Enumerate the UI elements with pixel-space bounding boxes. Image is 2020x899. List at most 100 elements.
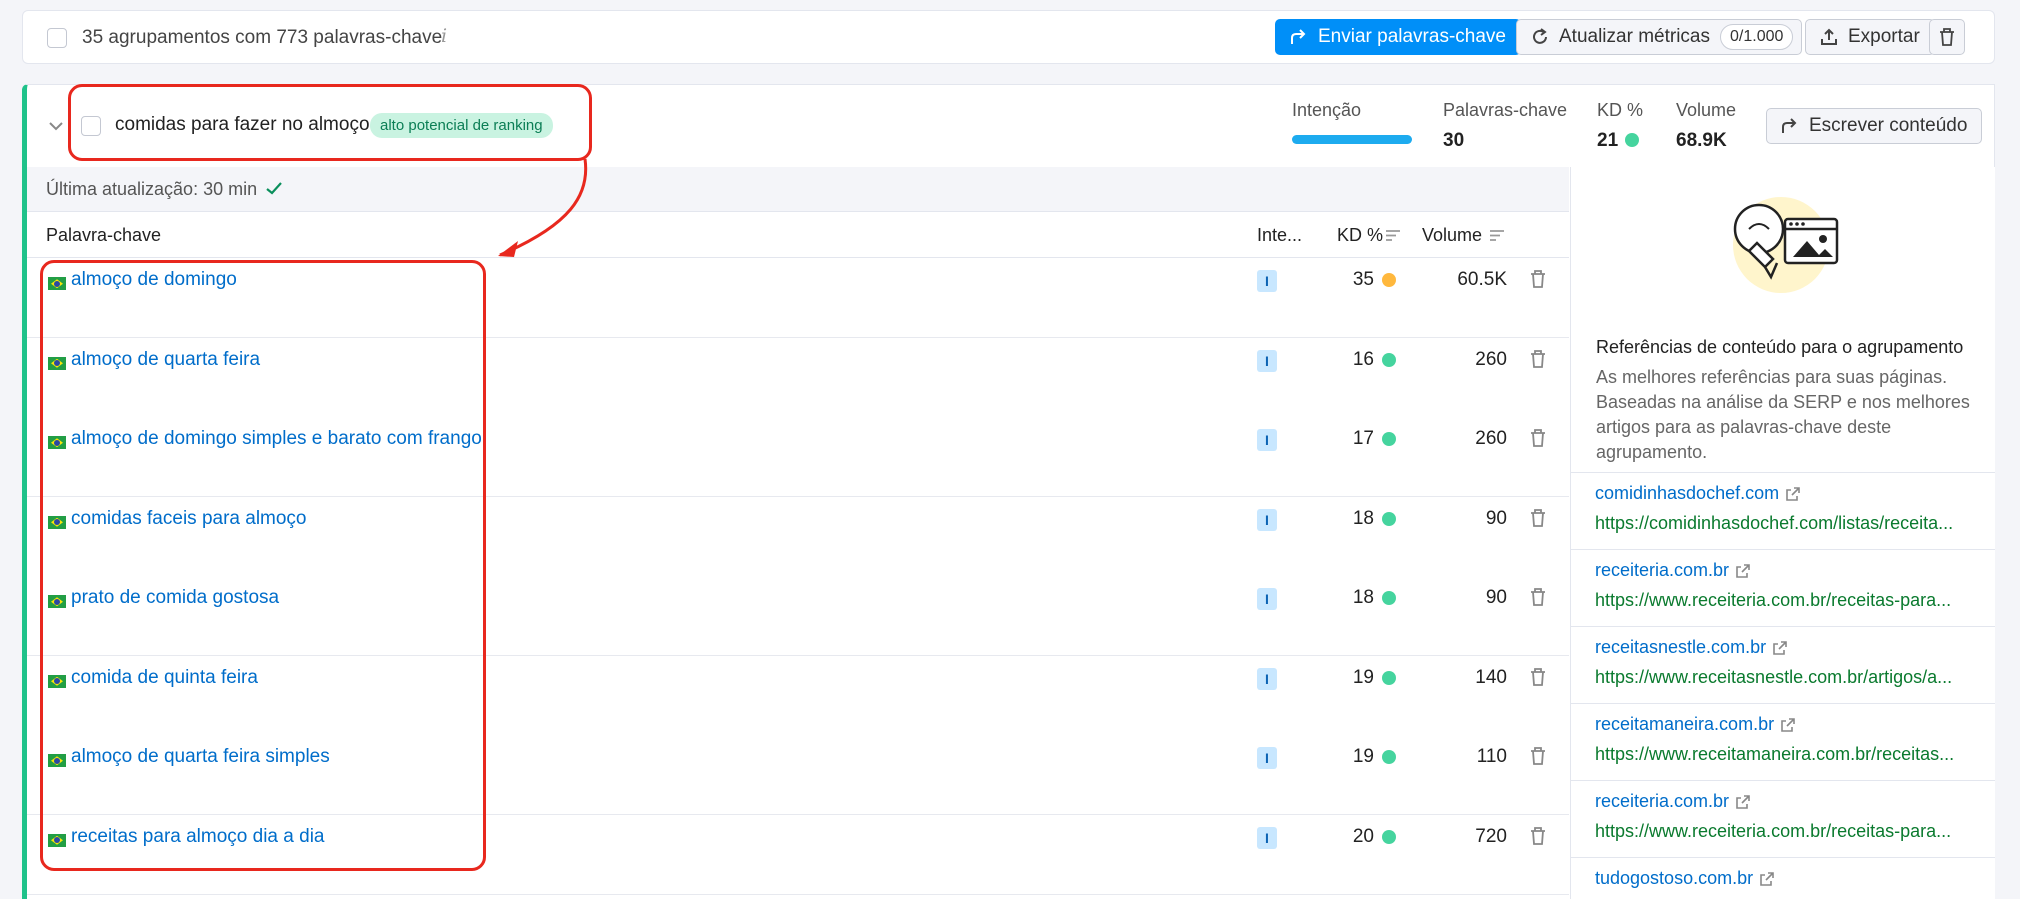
update-count-badge: 0/1.000 bbox=[1720, 24, 1794, 50]
select-all-checkbox[interactable] bbox=[47, 28, 67, 48]
trash-icon[interactable] bbox=[1530, 508, 1548, 529]
keywords-count: 30 bbox=[1443, 130, 1465, 151]
forward-arrow-icon bbox=[1782, 118, 1797, 133]
reference-domain-link[interactable]: receiteria.com.br bbox=[1595, 791, 1729, 812]
table-row: almoço de domingo simples e barato com f… bbox=[27, 417, 1569, 497]
keyword-link[interactable]: almoço de domingo bbox=[71, 269, 237, 291]
forward-arrow-icon bbox=[1291, 29, 1306, 44]
reference-domain-link[interactable]: tudogostoso.com.br bbox=[1595, 868, 1753, 889]
kd-value: 21 bbox=[1597, 130, 1619, 151]
send-keywords-label: Enviar palavras-chave bbox=[1318, 26, 1506, 47]
chevron-down-icon[interactable] bbox=[48, 120, 64, 132]
external-link-icon[interactable] bbox=[1735, 563, 1751, 579]
keyword-link[interactable]: comida de quinta feira bbox=[71, 667, 258, 689]
volume-value: 260 bbox=[1475, 348, 1507, 370]
volume-value: 260 bbox=[1475, 428, 1507, 449]
intent-badge: I bbox=[1257, 747, 1277, 769]
intent-badge: I bbox=[1257, 429, 1277, 451]
reference-item: receitamaneira.com.br https://www.receita… bbox=[1570, 703, 1995, 780]
col-intent[interactable]: Inte... bbox=[1257, 225, 1302, 246]
external-link-icon[interactable] bbox=[1735, 794, 1751, 810]
intent-badge: I bbox=[1257, 667, 1277, 690]
update-metrics-label: Atualizar métricas bbox=[1559, 26, 1710, 47]
external-link-icon[interactable] bbox=[1785, 486, 1801, 502]
reference-url-link[interactable]: https://www.receiteria.com.br/receitas-p… bbox=[1595, 821, 1967, 842]
reference-url-link[interactable]: https://www.receitamaneira.com.br/receit… bbox=[1595, 744, 1967, 765]
reference-domain-link[interactable]: receitasnestle.com.br bbox=[1595, 637, 1766, 658]
brazil-flag-icon bbox=[48, 515, 66, 529]
last-updated-bar: Última atualização: 30 min bbox=[27, 167, 1569, 212]
trash-icon[interactable] bbox=[1530, 747, 1548, 767]
write-content-button[interactable]: Escrever conteúdo bbox=[1766, 108, 1983, 144]
ranking-potential-badge: alto potencial de ranking bbox=[370, 113, 553, 138]
volume-value: 90 bbox=[1485, 507, 1507, 529]
kd-indicator bbox=[1382, 432, 1396, 446]
volume-value: 720 bbox=[1475, 825, 1507, 847]
volume-value: 60.5K bbox=[1457, 269, 1507, 290]
kd-value: 17 bbox=[1352, 428, 1374, 449]
keyword-link[interactable]: receitas para almoço dia a dia bbox=[71, 826, 324, 848]
intent-badge: I bbox=[1257, 270, 1277, 292]
update-metrics-button[interactable]: Atualizar métricas 0/1.000 bbox=[1516, 19, 1803, 55]
table-row: receitas para almoço dia a dia I 20 720 bbox=[27, 814, 1569, 895]
reference-domain-link[interactable]: receitamaneira.com.br bbox=[1595, 714, 1774, 735]
kd-indicator bbox=[1625, 133, 1639, 147]
col-kd[interactable]: KD % bbox=[1337, 225, 1383, 246]
trash-icon[interactable] bbox=[1530, 349, 1548, 370]
external-link-icon[interactable] bbox=[1759, 871, 1775, 887]
send-keywords-button[interactable]: Enviar palavras-chave bbox=[1275, 19, 1521, 55]
trash-icon[interactable] bbox=[1530, 429, 1548, 449]
reference-url-link[interactable]: https://comidinhasdochef.com/listas/rece… bbox=[1595, 513, 1967, 534]
brazil-flag-icon bbox=[48, 754, 66, 768]
cluster-checkbox[interactable] bbox=[81, 116, 101, 136]
external-link-icon[interactable] bbox=[1772, 640, 1788, 656]
kd-indicator bbox=[1382, 273, 1396, 287]
trash-icon[interactable] bbox=[1530, 270, 1548, 290]
reference-domain-link[interactable]: comidinhasdochef.com bbox=[1595, 483, 1779, 504]
delete-button[interactable] bbox=[1929, 19, 1965, 55]
intent-bar bbox=[1292, 135, 1412, 144]
keyword-link[interactable]: almoço de domingo simples e barato com f… bbox=[71, 428, 482, 450]
reference-domain-link[interactable]: receiteria.com.br bbox=[1595, 560, 1729, 581]
brazil-flag-icon bbox=[48, 436, 66, 450]
last-updated-text: Última atualização: 30 min bbox=[46, 179, 258, 199]
intent-badge: I bbox=[1257, 826, 1277, 849]
intent-badge: I bbox=[1257, 349, 1277, 372]
keyword-link[interactable]: comidas faceis para almoço bbox=[71, 508, 307, 530]
keyword-link[interactable]: almoço de quarta feira bbox=[71, 349, 260, 371]
reference-item: comidinhasdochef.com https://comidinhasdo… bbox=[1570, 472, 1995, 549]
keyword-link[interactable]: almoço de quarta feira simples bbox=[71, 746, 330, 768]
intent-badge: I bbox=[1257, 588, 1277, 610]
keyword-link[interactable]: prato de comida gostosa bbox=[71, 587, 279, 609]
info-icon[interactable]: i bbox=[441, 25, 447, 47]
reference-url-link[interactable]: https://www.receitasnestle.com.br/artigo… bbox=[1595, 667, 1967, 688]
export-button[interactable]: Exportar bbox=[1805, 19, 1935, 55]
sort-icon[interactable] bbox=[1489, 229, 1505, 242]
keywords-label: Palavras-chave bbox=[1443, 100, 1568, 120]
brazil-flag-icon bbox=[48, 356, 66, 370]
check-icon bbox=[266, 182, 282, 195]
volume-value: 110 bbox=[1476, 746, 1507, 767]
trash-icon[interactable] bbox=[1530, 588, 1548, 608]
sort-icon[interactable] bbox=[1385, 229, 1401, 242]
trash-icon[interactable] bbox=[1530, 667, 1548, 688]
kd-indicator bbox=[1382, 670, 1396, 685]
col-keyword[interactable]: Palavra-chave bbox=[46, 225, 161, 246]
kd-value: 19 bbox=[1352, 666, 1374, 688]
reference-item: receiteria.com.br https://www.receiteria.… bbox=[1570, 780, 1995, 857]
keyword-table-header: Palavra-chave Inte... KD % Volume bbox=[27, 213, 1569, 258]
col-volume[interactable]: Volume bbox=[1422, 225, 1482, 246]
write-content-label: Escrever conteúdo bbox=[1809, 115, 1968, 136]
volume-label: Volume bbox=[1676, 100, 1737, 120]
references-description: As melhores referências para suas página… bbox=[1596, 367, 1970, 462]
export-label: Exportar bbox=[1848, 26, 1920, 47]
toolbar: 35 agrupamentos com 773 palavras-chave i… bbox=[22, 10, 1995, 64]
external-link-icon[interactable] bbox=[1780, 717, 1796, 733]
table-row: almoço de quarta feira simples I 19 110 bbox=[27, 735, 1569, 815]
table-row: comida de quinta feira I 19 140 bbox=[27, 655, 1569, 736]
table-row: almoço de quarta feira I 16 260 bbox=[27, 337, 1569, 418]
kd-indicator bbox=[1382, 352, 1396, 367]
trash-icon[interactable] bbox=[1530, 826, 1548, 847]
reference-url-link[interactable]: https://www.receiteria.com.br/receitas-p… bbox=[1595, 590, 1967, 611]
refresh-icon bbox=[1533, 28, 1547, 44]
